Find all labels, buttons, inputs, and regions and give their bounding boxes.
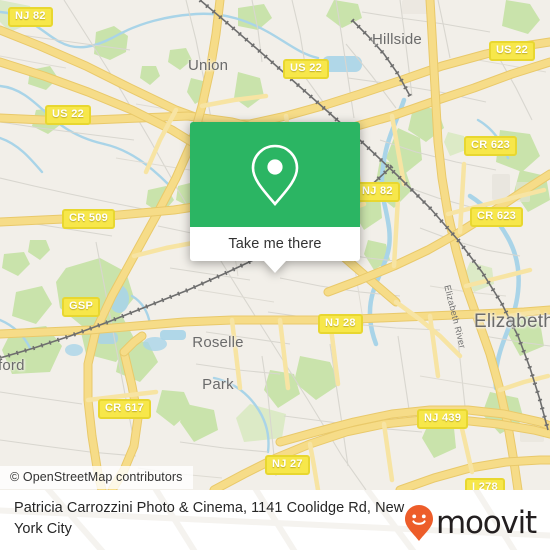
shield-us-22[interactable]: US 22 [45, 105, 92, 125]
osm-attribution[interactable]: © OpenStreetMap contributors [0, 466, 193, 489]
take-me-there-label: Take me there [228, 236, 322, 252]
shield-nj-82[interactable]: NJ 82 [355, 182, 400, 202]
location-pin-icon [251, 144, 299, 206]
osm-attribution-text: © OpenStreetMap contributors [10, 470, 183, 484]
shield-nj-82[interactable]: NJ 82 [8, 7, 53, 27]
shield-cr-623[interactable]: CR 623 [470, 207, 524, 227]
shield-nj-28[interactable]: NJ 28 [318, 314, 363, 334]
popup-header [190, 122, 360, 227]
city-label-roselle-park-line2: Park [202, 376, 234, 393]
location-popup[interactable]: Take me there [190, 122, 360, 273]
shield-cr-617[interactable]: CR 617 [98, 399, 152, 419]
place-title: Patricia Carrozzini Photo & Cinema, 1141… [14, 500, 405, 537]
map-canvas[interactable]: .rd { fill:none; stroke:#f6dc88; stroke-… [0, 0, 550, 490]
shield-us-22[interactable]: US 22 [283, 59, 330, 79]
city-label-elizabeth: Elizabeth [474, 311, 550, 332]
moovit-pin-icon [404, 505, 433, 541]
footer-bar: Patricia Carrozzini Photo & Cinema, 1141… [0, 490, 550, 550]
take-me-there-button[interactable]: Take me there [190, 227, 360, 261]
popup-pointer-tip [264, 261, 286, 273]
shield-i-278[interactable]: I 278 [465, 478, 505, 490]
shield-nj-27[interactable]: NJ 27 [265, 455, 310, 475]
city-label-union: Union [188, 57, 229, 74]
city-label-hillside: Hillside [372, 31, 422, 48]
shield-us-22[interactable]: US 22 [489, 41, 536, 61]
moovit-wordmark: moovit [435, 504, 537, 541]
city-label-roselle-park: Roselle Park [182, 308, 254, 420]
city-label-roselle-park-line1: Roselle [192, 334, 244, 351]
map-screenshot: .rd { fill:none; stroke:#f6dc88; stroke-… [0, 0, 550, 550]
shield-cr-509[interactable]: CR 509 [62, 209, 116, 229]
shield-nj-439[interactable]: NJ 439 [417, 409, 469, 429]
shield-cr-623[interactable]: CR 623 [464, 136, 518, 156]
moovit-logo[interactable]: moovit [404, 504, 537, 542]
city-label-cranford: ford [0, 357, 25, 374]
shield-gsp[interactable]: GSP [62, 297, 101, 317]
